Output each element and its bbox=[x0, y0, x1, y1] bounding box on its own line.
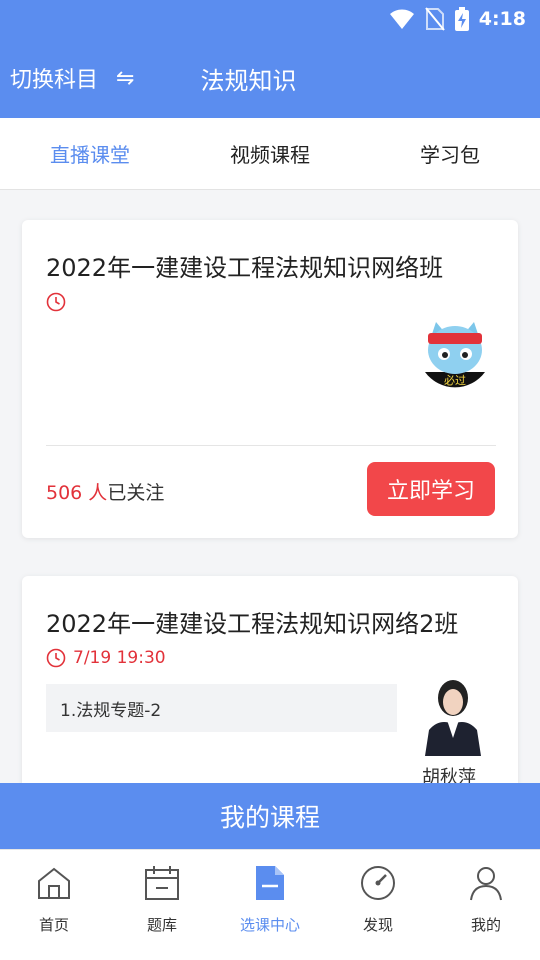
status-bar: 4:18 bbox=[389, 6, 526, 32]
nav-label: 我的 bbox=[470, 916, 501, 934]
cat-mascot-logo: 必过 bbox=[418, 322, 492, 397]
battery-charging-icon bbox=[454, 7, 469, 31]
nav-label: 首页 bbox=[38, 916, 69, 934]
nav-label: 发现 bbox=[362, 916, 393, 934]
switch-subject-label: 切换科目 bbox=[10, 68, 99, 93]
nav-label: 题库 bbox=[146, 916, 177, 934]
nav-question-bank[interactable]: 题库 bbox=[108, 850, 216, 960]
swap-icon: ⇋ bbox=[116, 65, 135, 91]
my-courses-button[interactable]: 我的课程 bbox=[0, 783, 540, 849]
logo-text: 必过 bbox=[444, 374, 466, 387]
nav-course-center[interactable]: 选课中心 bbox=[216, 850, 324, 960]
nav-label: 选课中心 bbox=[239, 916, 300, 934]
tab-study-pack[interactable]: 学习包 bbox=[360, 118, 540, 189]
calendar-icon bbox=[145, 866, 179, 900]
tab-video-course[interactable]: 视频课程 bbox=[180, 118, 360, 189]
wifi-icon bbox=[389, 9, 414, 29]
home-icon bbox=[38, 867, 70, 899]
lesson-item[interactable]: 1.法规专题-2 bbox=[46, 684, 397, 732]
course-date: 7/19 19:30 bbox=[73, 648, 166, 668]
course-tabs: 直播课堂 视频课程 学习包 bbox=[0, 118, 540, 190]
card-divider bbox=[46, 445, 496, 446]
follower-number: 506 人 bbox=[46, 482, 108, 504]
start-learning-button[interactable]: 立即学习 bbox=[367, 462, 495, 516]
user-icon bbox=[470, 867, 502, 901]
bottom-nav: 首页 题库 选课中心 发现 我的 bbox=[0, 849, 540, 960]
course-title: 2022年一建建设工程法规知识网络班 bbox=[46, 254, 444, 282]
nav-discover[interactable]: 发现 bbox=[324, 850, 432, 960]
compass-icon bbox=[361, 866, 395, 900]
status-time: 4:18 bbox=[478, 8, 526, 30]
nav-home[interactable]: 首页 bbox=[0, 850, 108, 960]
follower-suffix: 已关注 bbox=[107, 482, 165, 504]
nav-mine[interactable]: 我的 bbox=[432, 850, 540, 960]
no-sim-icon bbox=[424, 7, 445, 31]
teacher-avatar bbox=[425, 680, 481, 756]
course-card[interactable]: 2022年一建建设工程法规知识网络班 必过 506 人已关注 立即学习 bbox=[22, 220, 518, 538]
tab-live-class[interactable]: 直播课堂 bbox=[0, 118, 180, 189]
clock-icon bbox=[46, 292, 66, 312]
follower-count: 506 人已关注 bbox=[46, 478, 164, 505]
clock-icon bbox=[46, 648, 66, 668]
top-app-bar: 4:18 切换科目 ⇋ 法规知识 bbox=[0, 0, 540, 118]
page-title: 法规知识 bbox=[200, 66, 297, 95]
course-title: 2022年一建建设工程法规知识网络2班 bbox=[46, 610, 459, 638]
document-icon bbox=[256, 866, 284, 900]
header-row: 切换科目 ⇋ 法规知识 bbox=[0, 55, 540, 101]
switch-subject-button[interactable]: 切换科目 ⇋ bbox=[10, 62, 134, 94]
